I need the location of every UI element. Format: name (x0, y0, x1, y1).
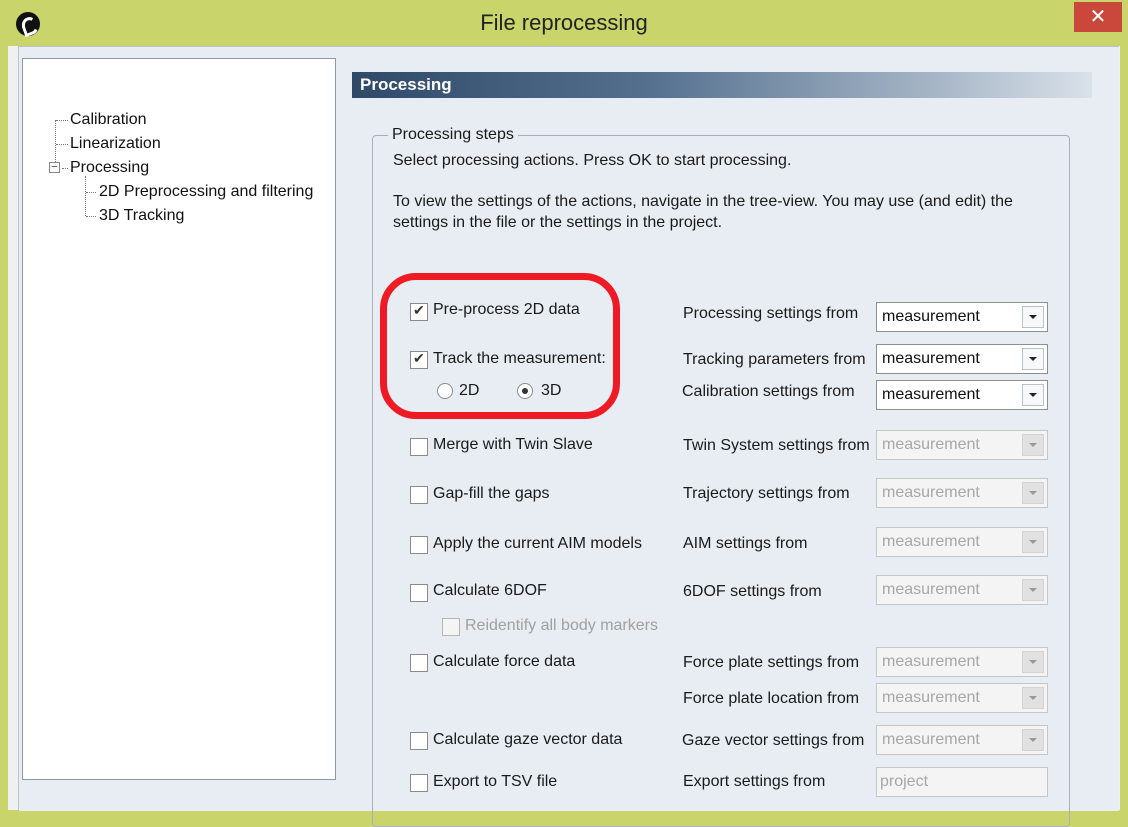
force-plate-settings-select[interactable]: measurement (876, 647, 1048, 677)
force-plate-location-select[interactable]: measurement (876, 683, 1048, 713)
tree-item-calibration[interactable]: Calibration (70, 111, 146, 129)
merge-twin-checkbox[interactable] (410, 438, 428, 456)
instructions-line-2: To view the settings of the actions, nav… (393, 193, 1013, 231)
preprocess-2d-label: Pre-process 2D data (433, 301, 580, 318)
tree-item-2d-preprocessing[interactable]: 2D Preprocessing and filtering (99, 183, 313, 201)
radio-2d-label: 2D (459, 382, 480, 399)
tree-item-linearization[interactable]: Linearization (70, 135, 161, 153)
reidentify-markers-checkbox[interactable] (442, 618, 460, 636)
merge-twin-label: Merge with Twin Slave (433, 436, 593, 453)
export-tsv-checkbox[interactable] (410, 774, 428, 792)
tracking-parameters-value: measurement (882, 350, 980, 367)
panel-header: Processing (352, 72, 1092, 98)
track-measurement-checkbox[interactable] (410, 350, 428, 369)
group-legend: Processing steps (388, 126, 518, 144)
panel-title: Processing (360, 75, 452, 94)
gaze-settings-value: measurement (882, 731, 980, 748)
apply-aim-checkbox[interactable] (410, 536, 428, 554)
aim-settings-select[interactable]: measurement (876, 527, 1048, 557)
tree-connector (86, 216, 96, 217)
gap-fill-checkbox[interactable] (410, 486, 428, 504)
trajectory-settings-label: Trajectory settings from (683, 485, 850, 502)
6dof-settings-select[interactable]: measurement (876, 575, 1048, 605)
chevron-down-icon (1022, 434, 1044, 456)
calculate-6dof-checkbox[interactable] (410, 584, 428, 602)
tree-connector (56, 144, 68, 145)
6dof-settings-label: 6DOF settings from (683, 583, 822, 600)
collapse-toggle-icon[interactable]: − (49, 162, 60, 173)
twin-settings-label: Twin System settings from (683, 437, 870, 454)
radio-3d-label: 3D (541, 382, 562, 399)
gaze-settings-label: Gaze vector settings from (682, 732, 865, 749)
close-button[interactable]: ✕ (1074, 2, 1122, 32)
aim-settings-label: AIM settings from (683, 535, 808, 552)
tracking-parameters-select[interactable]: measurement (876, 344, 1048, 374)
calculate-force-label: Calculate force data (433, 653, 576, 670)
preprocess-2d-checkbox[interactable] (410, 302, 428, 321)
chevron-down-icon (1022, 482, 1044, 504)
aim-settings-value: measurement (882, 533, 980, 550)
calculate-force-checkbox[interactable] (410, 654, 428, 672)
chevron-down-icon (1022, 531, 1044, 553)
trajectory-settings-select[interactable]: measurement (876, 478, 1048, 508)
trajectory-settings-value: measurement (882, 484, 980, 501)
tree-connector (85, 176, 86, 216)
export-settings-field[interactable]: project (876, 767, 1048, 797)
chevron-down-icon[interactable] (1022, 348, 1044, 370)
reidentify-markers-label: Reidentify all body markers (465, 617, 658, 634)
tracking-parameters-label: Tracking parameters from (683, 351, 866, 368)
calibration-settings-value: measurement (882, 386, 980, 403)
export-settings-label: Export settings from (683, 773, 826, 790)
file-reprocessing-window: File reprocessing ✕ − Calibration Linear… (0, 0, 1128, 827)
force-plate-location-value: measurement (882, 689, 980, 706)
twin-settings-value: measurement (882, 436, 980, 453)
export-settings-value: project (880, 773, 929, 790)
calculate-gaze-label: Calculate gaze vector data (433, 731, 623, 748)
window-title: File reprocessing (480, 10, 648, 35)
chevron-down-icon (1022, 651, 1044, 673)
tree-connector (86, 192, 96, 193)
calibration-settings-label: Calibration settings from (682, 383, 855, 400)
instructions-line-1: Select processing actions. Press OK to s… (393, 152, 792, 169)
title-bar: File reprocessing ✕ (0, 0, 1128, 46)
force-plate-settings-label: Force plate settings from (683, 654, 860, 671)
gaze-settings-select[interactable]: measurement (876, 725, 1048, 755)
tree-connector (62, 168, 68, 169)
calibration-settings-select[interactable]: measurement (876, 380, 1048, 410)
calculate-gaze-checkbox[interactable] (410, 732, 428, 750)
track-measurement-label: Track the measurement: (433, 350, 606, 367)
tree-item-3d-tracking[interactable]: 3D Tracking (99, 207, 184, 225)
twin-settings-select[interactable]: measurement (876, 430, 1048, 460)
radio-3d[interactable] (517, 383, 533, 399)
processing-settings-label: Processing settings from (683, 305, 859, 322)
radio-2d[interactable] (437, 383, 453, 399)
chevron-down-icon[interactable] (1022, 306, 1044, 328)
chevron-down-icon[interactable] (1022, 384, 1044, 406)
apply-aim-label: Apply the current AIM models (433, 535, 642, 552)
processing-settings-value: measurement (882, 308, 980, 325)
gap-fill-label: Gap-fill the gaps (433, 485, 550, 502)
chevron-down-icon (1022, 579, 1044, 601)
calculate-6dof-label: Calculate 6DOF (433, 582, 547, 599)
6dof-settings-value: measurement (882, 581, 980, 598)
tree-item-processing[interactable]: Processing (70, 159, 149, 177)
chevron-down-icon (1022, 687, 1044, 709)
processing-settings-select[interactable]: measurement (876, 302, 1048, 332)
chevron-down-icon (1022, 729, 1044, 751)
export-tsv-label: Export to TSV file (433, 773, 558, 790)
tree-connector (56, 120, 68, 121)
force-plate-location-label: Force plate location from (683, 690, 860, 707)
force-plate-settings-value: measurement (882, 653, 980, 670)
